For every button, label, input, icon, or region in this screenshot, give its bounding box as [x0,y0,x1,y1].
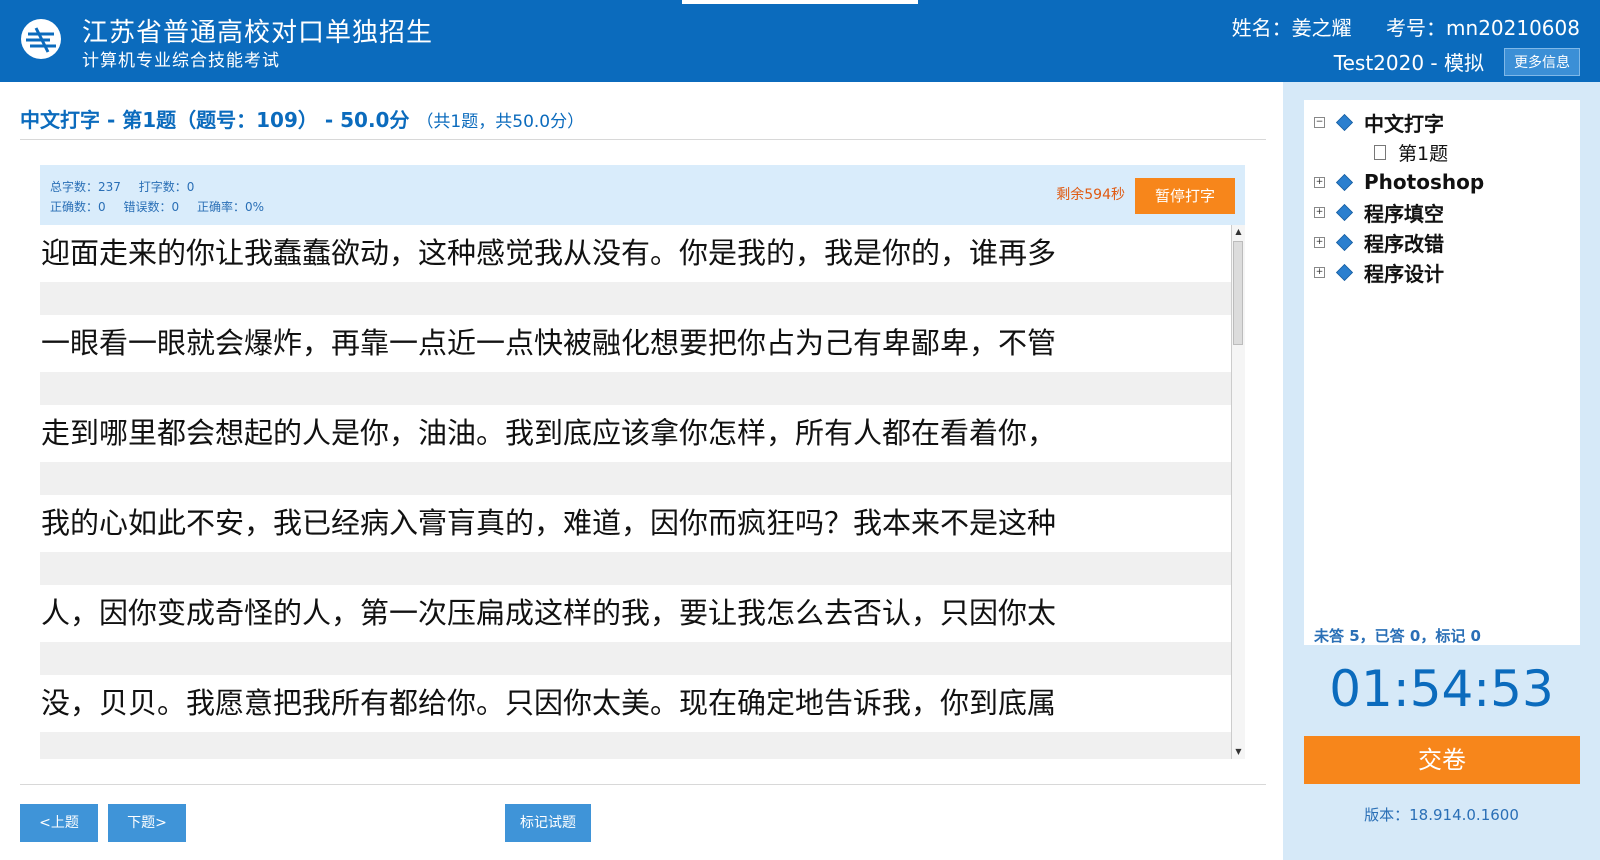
typing-area: 迎面走来的你让我蠢蠢欲动，这种感觉我从没有。你是我的，我是你的，谁再多 一眼看一… [40,225,1232,759]
typing-line: 我的心如此不安，我已经病入膏肓真的，难道，因你而疯狂吗？我本来不是这种 [40,495,1232,585]
cube-icon [1336,263,1353,281]
expand-icon[interactable]: + [1314,176,1325,188]
tree-label: 第1题 [1398,142,1449,165]
source-text-line: 迎面走来的你让我蠢蠢欲动，这种感觉我从没有。你是我的，我是你的，谁再多 [41,236,1057,270]
cube-icon [1336,173,1353,191]
tree-label: 中文打字 [1364,111,1444,136]
tree-node-photoshop[interactable]: + Photoshop [1304,168,1484,196]
submit-exam-button[interactable]: 交卷 [1304,736,1580,784]
typing-line: 迎面走来的你让我蠢蠢欲动，这种感觉我从没有。你是我的，我是你的，谁再多 [40,225,1232,315]
typing-line: 没，贝贝。我愿意把我所有都给你。只因你太美。现在确定地告诉我，你到底属 [40,675,1232,759]
typing-input-line[interactable] [40,732,1232,759]
vertical-scrollbar[interactable]: ▲ ▼ [1231,225,1245,759]
app-title: 江苏省普通高校对口单独招生 [82,18,434,48]
mark-question-button[interactable]: 标记试题 [505,804,591,842]
next-question-button[interactable]: 下题> [108,804,186,842]
stat-typed: 打字数：0 [138,180,195,194]
typing-input-line[interactable] [40,282,1232,315]
typing-panel: 总字数：237 打字数：0 正确数：0 错误数：0 正确率：0% 剩余594秒 … [40,165,1245,759]
expand-icon[interactable]: + [1314,236,1325,248]
tree-label: 程序设计 [1364,261,1444,286]
source-text-line: 没，贝贝。我愿意把我所有都给你。只因你太美。现在确定地告诉我，你到底属 [41,686,1057,720]
divider [20,784,1266,785]
logo-icon [21,19,61,59]
exam-mode: Test2020 - 模拟 [1333,51,1484,75]
candidate-info: 姓名：姜之耀 考号：mn20210608 Test2020 - 模拟 更多信息 [1204,12,1580,76]
tree-node-typing[interactable]: − 中文打字 [1304,108,1444,136]
candidate-name: 姓名：姜之耀 [1231,16,1352,40]
typing-stats: 总字数：237 打字数：0 正确数：0 错误数：0 正确率：0% 剩余594秒 … [40,165,1245,225]
tree-label: 程序填空 [1364,201,1444,226]
more-info-button[interactable]: 更多信息 [1504,47,1580,76]
prev-question-button[interactable]: <上题 [20,804,98,842]
tree-node-fill-program[interactable]: + 程序填空 [1304,198,1444,226]
typing-input-line[interactable] [40,552,1232,585]
collapse-icon[interactable]: − [1314,116,1325,128]
answer-status: 未答 5，已答 0，标记 0 [1314,627,1481,645]
header-notch [682,0,918,4]
question-heading: 中文打字 - 第1题（题号：109） - 50.0分 [20,108,410,132]
cube-icon [1336,113,1353,131]
stat-total: 总字数：237 [50,180,121,194]
stat-correct: 正确数：0 [50,200,106,214]
question-title: 中文打字 - 第1题（题号：109） - 50.0分 （共1题，共50.0分） [20,104,584,133]
tree-node-fix-program[interactable]: + 程序改错 [1304,228,1444,256]
typing-input-line[interactable] [40,372,1232,405]
cube-icon [1336,233,1353,251]
question-summary: （共1题，共50.0分） [416,112,585,132]
question-tree: − 中文打字 第1题 + Photoshop + 程序填空 + 程序改错 + 程… [1304,100,1580,645]
typing-line: 一眼看一眼就会爆炸，再靠一点近一点快被融化想要把你占为己有卑鄙卑，不管 [40,315,1232,405]
source-text-line: 一眼看一眼就会爆炸，再靠一点近一点快被融化想要把你占为己有卑鄙卑，不管 [41,326,1057,360]
tree-node-design-program[interactable]: + 程序设计 [1304,258,1444,286]
typing-line: 人，因你变成奇怪的人，第一次压扁成这样的我，要让我怎么去否认，只因你太 [40,585,1232,675]
header-bar: 江苏省普通高校对口单独招生 计算机专业综合技能考试 姓名：姜之耀 考号：mn20… [0,0,1600,82]
divider [20,139,1266,140]
expand-icon[interactable]: + [1314,266,1325,278]
tree-label: Photoshop [1364,170,1485,194]
version-label: 版本：18.914.0.1600 [1364,806,1519,824]
scroll-up-icon[interactable]: ▲ [1232,225,1245,239]
sidebar: − 中文打字 第1题 + Photoshop + 程序填空 + 程序改错 + 程… [1283,82,1600,860]
remaining-time: 剩余594秒 [1056,187,1125,203]
source-text-line: 走到哪里都会想起的人是你，油油。我到底应该拿你怎样，所有人都在看着你， [41,416,1057,450]
typing-input-line[interactable] [40,462,1232,495]
typing-line: 走到哪里都会想起的人是你，油油。我到底应该拿你怎样，所有人都在看着你， [40,405,1232,495]
candidate-exam-no: 考号：mn20210608 [1386,16,1580,40]
stat-wrong: 错误数：0 [123,200,180,214]
countdown-timer: 01:54:53 [1329,660,1554,718]
tree-label: 程序改错 [1364,231,1444,256]
scroll-thumb[interactable] [1233,241,1243,345]
app-subtitle: 计算机专业综合技能考试 [82,51,280,71]
source-text-line: 我的心如此不安，我已经病入膏肓真的，难道，因你而疯狂吗？我本来不是这种 [41,506,1057,540]
stat-accuracy: 正确率：0% [196,200,264,214]
typing-input-line[interactable] [40,642,1232,675]
source-text-line: 人，因你变成奇怪的人，第一次压扁成这样的我，要让我怎么去否认，只因你太 [41,596,1057,630]
scroll-down-icon[interactable]: ▼ [1232,745,1245,759]
expand-icon[interactable]: + [1314,206,1325,218]
tree-node-question-1[interactable]: 第1题 [1304,138,1448,166]
document-icon [1374,144,1386,160]
pause-typing-button[interactable]: 暂停打字 [1135,178,1235,214]
cube-icon [1336,203,1353,221]
